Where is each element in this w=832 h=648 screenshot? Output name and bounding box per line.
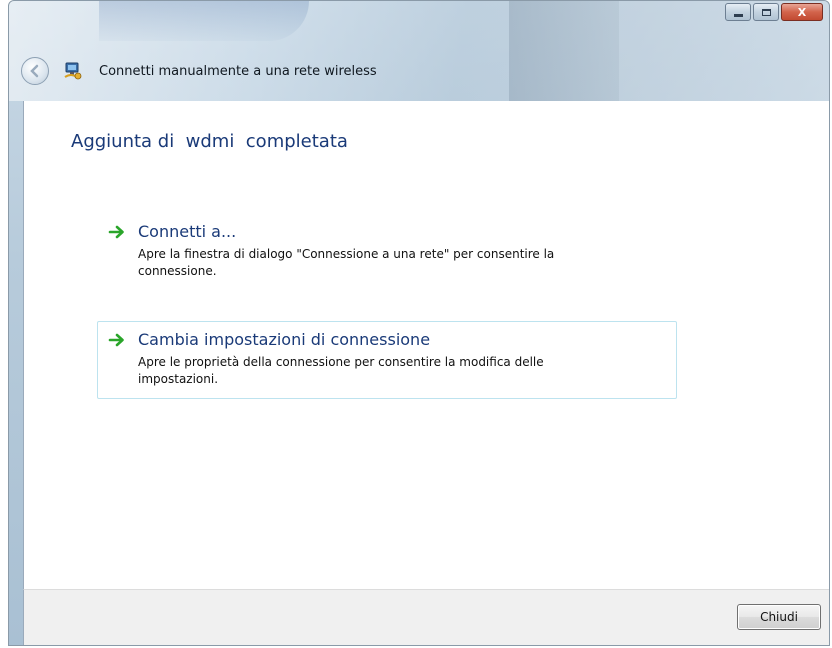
back-arrow-icon [30, 64, 39, 78]
dialog-window: X Connetti manualmente a una rete wirele… [8, 0, 830, 646]
green-arrow-icon [108, 333, 124, 347]
option-label: Cambia impostazioni di connessione [138, 330, 431, 349]
option-label: Connetti a... [138, 222, 237, 241]
option-description: Apre le proprietà della connessione per … [138, 355, 544, 386]
title-bar: X Connetti manualmente a una rete wirele… [9, 1, 829, 101]
navigation-bar: Connetti manualmente a una rete wireless [21, 57, 377, 85]
command-bar: Chiudi [23, 589, 829, 645]
network-icon [63, 61, 83, 81]
back-button[interactable] [21, 57, 49, 85]
change-connection-settings-option[interactable]: Cambia impostazioni di connessione Apre … [97, 321, 677, 399]
maximize-icon [761, 8, 771, 16]
close-window-button[interactable]: X [781, 3, 823, 21]
maximize-button[interactable] [753, 3, 779, 21]
caption-buttons: X [725, 3, 823, 21]
green-arrow-icon [108, 225, 124, 239]
page-heading: Aggiunta di wdmi completata [71, 131, 348, 152]
connect-to-option[interactable]: Connetti a... Apre la finestra di dialog… [97, 213, 677, 291]
close-button[interactable]: Chiudi [737, 604, 821, 630]
glass-reflection [99, 1, 309, 41]
minimize-icon [733, 13, 743, 17]
close-icon: X [797, 5, 807, 19]
glass-reflection [509, 1, 619, 101]
content-area: Aggiunta di wdmi completata Connetti a..… [23, 101, 829, 589]
option-description: Apre la finestra di dialogo "Connessione… [138, 247, 555, 278]
window-title: Connetti manualmente a una rete wireless [99, 63, 377, 79]
minimize-button[interactable] [725, 3, 751, 21]
